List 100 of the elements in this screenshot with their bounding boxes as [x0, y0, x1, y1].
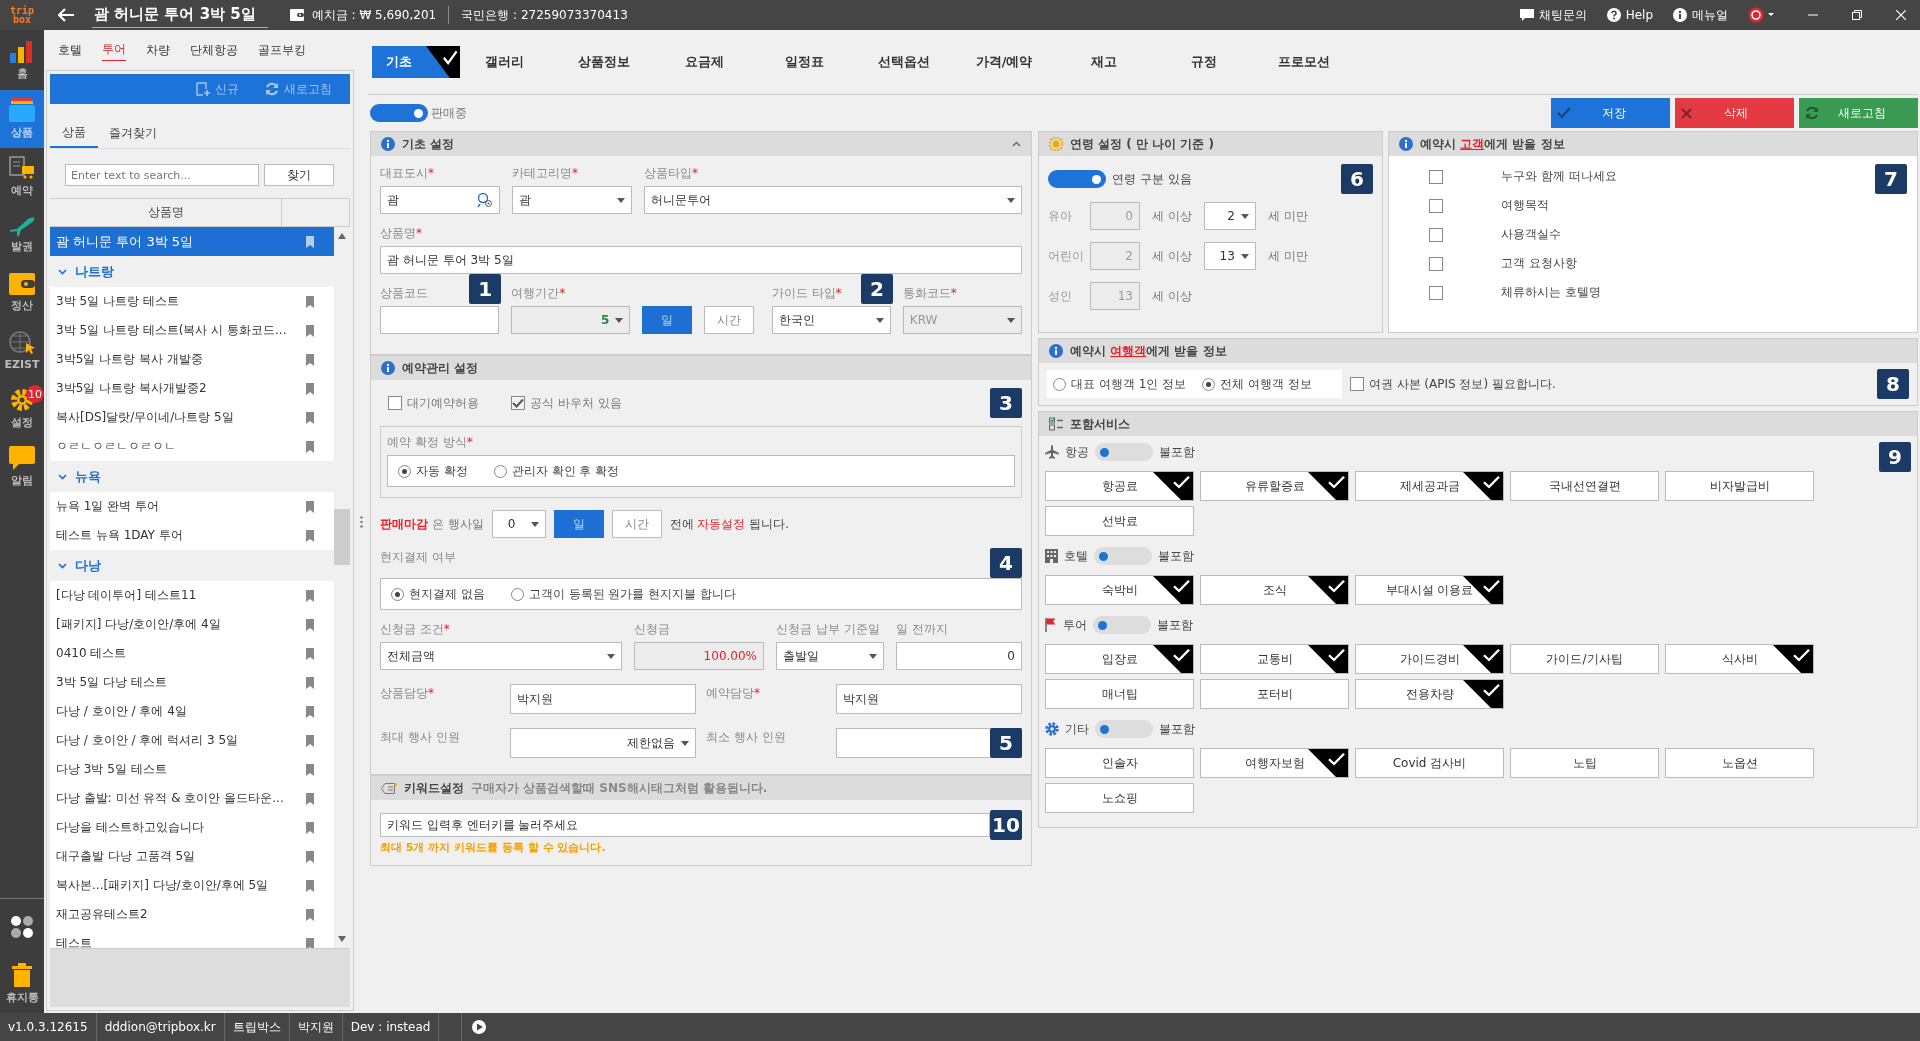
- splitter-handle-icon[interactable]: [359, 515, 363, 528]
- service-option[interactable]: Covid 검사비: [1355, 748, 1504, 778]
- service-option[interactable]: 포터비: [1200, 679, 1349, 709]
- main-tab[interactable]: 기초: [372, 46, 460, 78]
- manager-field[interactable]: 박지원: [510, 684, 696, 714]
- list-item[interactable]: 재고공유테스트2: [50, 900, 334, 929]
- save-button[interactable]: 저장: [1551, 98, 1670, 128]
- category-tab[interactable]: 차량: [146, 39, 170, 61]
- close-icon[interactable]: [1896, 10, 1906, 20]
- delete-button[interactable]: 삭제: [1675, 98, 1794, 128]
- service-option[interactable]: 숙박비: [1045, 575, 1194, 605]
- toggle-switch[interactable]: [370, 104, 428, 122]
- play-icon[interactable]: [472, 1020, 487, 1034]
- list-item[interactable]: 다낭을 테스트하고있습니다: [50, 813, 334, 842]
- service-option[interactable]: 교통비: [1200, 644, 1349, 674]
- service-option[interactable]: 노팁: [1510, 748, 1659, 778]
- group-header[interactable]: 다낭: [50, 550, 334, 581]
- bookmark-icon[interactable]: [306, 734, 314, 747]
- trash-button[interactable]: 휴지통: [0, 955, 44, 1013]
- bookmark-icon[interactable]: [306, 676, 314, 689]
- bookmark-icon[interactable]: [306, 295, 314, 308]
- nav-item[interactable]: 10 설정: [0, 380, 44, 438]
- main-tab[interactable]: 가격/예약: [954, 46, 1054, 78]
- service-option[interactable]: 가이드경비: [1355, 644, 1504, 674]
- list-tab[interactable]: 상품: [50, 118, 98, 148]
- main-tab[interactable]: 상품정보: [554, 46, 654, 78]
- bookmark-icon[interactable]: [306, 618, 314, 631]
- duration-dropdown[interactable]: 5: [511, 306, 631, 334]
- bookmark-icon[interactable]: [306, 411, 314, 424]
- service-option[interactable]: 매너팁: [1045, 679, 1194, 709]
- collapse-icon[interactable]: [1012, 141, 1021, 147]
- bookmark-icon[interactable]: [306, 937, 314, 948]
- list-item[interactable]: 복사본...[패키지] 다낭/호이안/후에 5일: [50, 871, 334, 900]
- bookmark-icon[interactable]: [306, 235, 314, 248]
- scroll-down-icon[interactable]: [338, 936, 346, 942]
- list-item[interactable]: 0410 테스트: [50, 639, 334, 668]
- bookmark-icon[interactable]: [306, 589, 314, 602]
- bookmark-icon[interactable]: [306, 382, 314, 395]
- service-option[interactable]: 여행자보험: [1200, 748, 1349, 778]
- min-people-field[interactable]: 5: [836, 728, 1022, 758]
- days-field[interactable]: 0: [896, 642, 1022, 670]
- service-option[interactable]: 가이드/기사팁: [1510, 644, 1659, 674]
- main-tab[interactable]: 일정표: [754, 46, 854, 78]
- list-item[interactable]: 테스트: [50, 929, 334, 948]
- search-field[interactable]: Enter text to search...: [65, 164, 259, 186]
- list-item[interactable]: 뉴욕 1일 완벽 투어: [50, 492, 334, 521]
- main-tab[interactable]: 요금제: [654, 46, 754, 78]
- service-option[interactable]: 노옵션: [1665, 748, 1814, 778]
- service-option[interactable]: 국내선연결편: [1510, 471, 1659, 501]
- product-code-field[interactable]: [380, 306, 500, 334]
- nav-item[interactable]: 홈: [0, 32, 44, 90]
- radio-button[interactable]: [1053, 377, 1066, 391]
- bookmark-icon[interactable]: [306, 529, 314, 542]
- main-tab[interactable]: 재고: [1054, 46, 1154, 78]
- service-option[interactable]: 노쇼핑: [1045, 783, 1194, 813]
- bookmark-icon[interactable]: [306, 324, 314, 337]
- list-item[interactable]: 괌 허니문 투어 3박 5일: [50, 227, 334, 256]
- list-item[interactable]: ㅇㄹㄴㅇㄹㄴㅇㄹㅇㄴ: [50, 432, 334, 461]
- service-option[interactable]: 부대시설 이용료: [1355, 575, 1504, 605]
- service-option[interactable]: 식사비: [1665, 644, 1814, 674]
- age-to-dropdown[interactable]: 2: [1203, 202, 1256, 230]
- city-field[interactable]: 괌: [380, 186, 500, 214]
- age-to-dropdown[interactable]: 13: [1203, 242, 1256, 270]
- group-header[interactable]: 뉴욕: [50, 461, 334, 492]
- checkbox[interactable]: [388, 396, 402, 410]
- deadline-dropdown[interactable]: 0: [491, 510, 546, 538]
- deposit-amount-field[interactable]: 100.00%: [634, 642, 764, 670]
- list-item[interactable]: [다낭 데이투어] 테스트11: [50, 581, 334, 610]
- list-item[interactable]: 3박 5일 나트랑 테스트(복사 시 통화코드...: [50, 316, 334, 345]
- checkbox[interactable]: [1429, 256, 1443, 271]
- service-option[interactable]: 전용차량: [1355, 679, 1504, 709]
- scroll-up-icon[interactable]: [338, 233, 346, 239]
- list-item[interactable]: 다낭 출발: 미선 유적 & 호이안 올드타운...: [50, 784, 334, 813]
- toggle-switch[interactable]: [1095, 720, 1153, 738]
- max-people-dropdown[interactable]: 제한없음: [510, 728, 696, 758]
- category-tab[interactable]: 단체항공: [190, 39, 238, 61]
- list-item[interactable]: [패키지] 다낭/호이안/후에 4일: [50, 610, 334, 639]
- refresh-button[interactable]: 새로고침: [1799, 98, 1918, 128]
- bookmark-icon[interactable]: [306, 879, 314, 892]
- product-name-field[interactable]: 괌 허니문 투어 3박 5일: [380, 246, 1022, 274]
- service-option[interactable]: 항공료: [1045, 471, 1194, 501]
- radio-button[interactable]: [493, 464, 507, 478]
- category-tab[interactable]: 골프부킹: [258, 39, 306, 61]
- service-option[interactable]: 조식: [1200, 575, 1349, 605]
- checkbox[interactable]: [1349, 377, 1364, 391]
- category-dropdown[interactable]: 괌: [512, 186, 632, 214]
- main-tab[interactable]: 선택옵션: [854, 46, 954, 78]
- list-item[interactable]: 다낭 / 호이안 / 후에 4일: [50, 697, 334, 726]
- list-item[interactable]: 3박5일 나트랑 복사 개발중: [50, 345, 334, 374]
- deposit-condition-dropdown[interactable]: 전체금액: [380, 642, 622, 670]
- list-item[interactable]: 3박 5일 다낭 테스트: [50, 668, 334, 697]
- service-option[interactable]: 비자발급비: [1665, 471, 1814, 501]
- service-option[interactable]: 제세공과금: [1355, 471, 1504, 501]
- bookmark-icon[interactable]: [306, 821, 314, 834]
- bookmark-icon[interactable]: [306, 763, 314, 776]
- bookmark-icon[interactable]: [306, 850, 314, 863]
- bookmark-icon[interactable]: [306, 647, 314, 660]
- list-item[interactable]: 테스트 뉴욕 1DAY 투어: [50, 521, 334, 550]
- bookmark-icon[interactable]: [306, 353, 314, 366]
- list-item[interactable]: 복사[DS]달랏/무이네/나트랑 5일: [50, 403, 334, 432]
